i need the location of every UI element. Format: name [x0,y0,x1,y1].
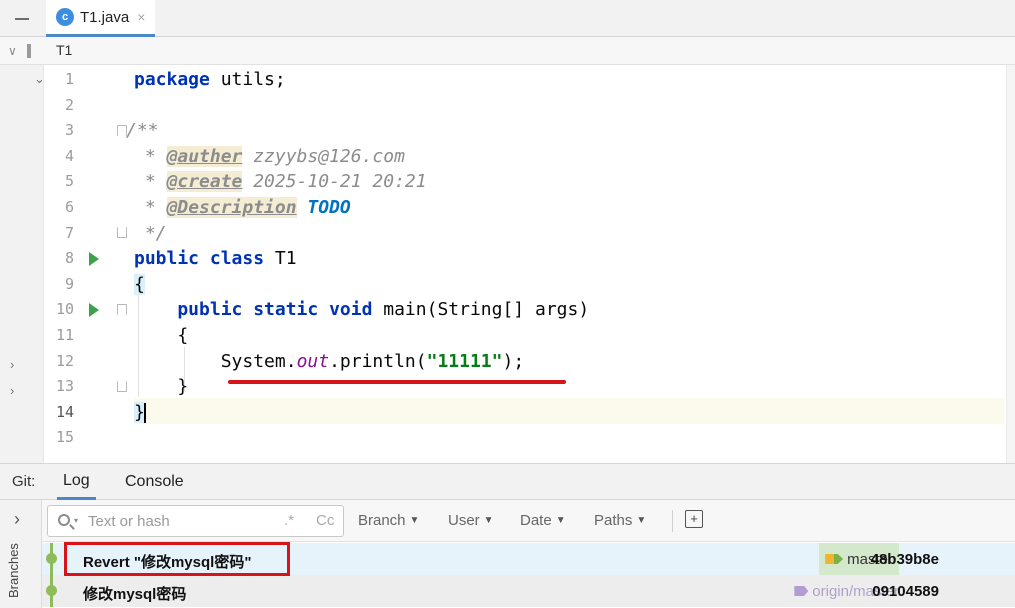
chevron-right-icon[interactable]: › [10,383,14,398]
run-class-icon[interactable] [89,252,99,266]
graph-node-icon [46,553,57,564]
commit-hash: 09104589 [872,583,939,600]
code-line-5: * @create 2025-10-21 20:21 [134,171,427,193]
commit-row[interactable]: 修改mysql密码 origin/master 09104589 [42,575,1015,607]
code-line-10: public static void main(String[] args) [134,299,590,321]
breadcrumb: ∨ T1 [0,37,1015,65]
code-line-8: public class T1 [134,248,297,270]
project-tree-strip: ⌄ › › [0,65,45,463]
log-search-input[interactable] [88,506,268,536]
line-number: 5 [64,172,74,191]
file-tab-label: T1.java [80,8,130,26]
panel-bar-icon [26,44,31,58]
regex-icon[interactable]: .* [284,512,294,529]
fold-icon[interactable] [117,381,127,392]
branch-tag-icon [794,586,809,596]
line-number: 10 [55,300,74,319]
code-line-11: { [134,325,189,346]
chevron-down-icon: ▾ [74,516,79,525]
tab-console[interactable]: Console [119,464,190,500]
user-filter[interactable]: User ▼ [448,512,494,529]
git-side-strip: › Branches [0,500,42,608]
date-filter[interactable]: Date ▼ [520,512,566,529]
commit-message: 修改mysql密码 [83,586,187,603]
line-number: 9 [64,274,74,293]
paths-filter[interactable]: Paths ▼ [594,512,646,529]
line-number: 13 [55,377,74,396]
minus-icon [15,17,29,20]
line-number: 15 [55,428,74,447]
java-class-icon: c [56,8,74,26]
code-line-1: package utils; [134,69,286,90]
search-icon [58,514,70,526]
line-number: 8 [64,249,74,268]
line-number: 7 [64,223,74,242]
code-editor[interactable]: ⌄ › › 1 2 3 4 5 6 7 8 9 10 11 12 13 14 1… [0,65,1015,463]
line-number: 6 [64,198,74,216]
fold-icon[interactable] [117,304,127,315]
code-line-9: { [134,273,145,295]
line-number: 1 [64,70,74,88]
project-strip-top: ∨ [0,37,44,65]
chevron-right-icon[interactable]: › [10,357,14,372]
run-main-icon[interactable] [89,303,99,317]
code-line-14: } [134,401,146,423]
tab-log[interactable]: Log [57,464,96,500]
code-line-7: */ [134,222,167,244]
branch-tag-icon [825,554,844,564]
log-toolbar: ▾ .* Cc Branch▼ User▼ Date▼ Paths▼ + [42,500,1015,542]
annotation-box [64,542,290,576]
chevron-right-icon[interactable]: › [14,509,20,530]
branches-toggle[interactable]: Branches [6,543,21,598]
editor-tab-bar: c T1.java × [0,0,1015,37]
git-title: Git: [12,473,36,490]
graph-node-icon [46,585,57,596]
line-number: 3 [64,121,74,140]
toolbar-divider [672,510,673,532]
chevron-down-icon[interactable]: ∨ [8,44,17,58]
open-new-log-tab-icon[interactable]: + [685,510,703,528]
code-line-4: * @auther zzyybs@126.com [134,145,405,167]
code-text-area[interactable]: package utils; /** * @auther zzyybs@126.… [126,65,1004,463]
git-tool-window-header: Git: Log Console [0,463,1015,500]
log-search-box[interactable]: ▾ .* Cc [47,505,344,537]
annotation-underline [228,380,566,384]
branch-filter[interactable]: Branch ▼ [358,512,419,529]
commit-hash: 48b39b8e [870,551,939,568]
close-icon[interactable]: × [137,9,145,25]
vertical-scrollbar[interactable] [1006,65,1015,463]
file-tab[interactable]: c T1.java × [46,0,156,37]
line-number: 12 [55,351,74,370]
code-line-3: /** [126,120,159,142]
line-gutter: 1 2 3 4 5 6 7 8 9 10 11 12 13 14 15 [44,65,134,463]
hide-panel-button[interactable] [0,0,44,37]
line-number: 11 [55,326,74,344]
code-line-13: } [134,376,189,398]
line-number: 14 [55,402,74,421]
text-caret [143,402,146,423]
line-number: 2 [64,95,74,114]
match-case-icon[interactable]: Cc [316,512,334,529]
breadcrumb-item[interactable]: T1 [56,42,72,58]
code-line-6: * @Description TODO [134,197,351,218]
code-line-12: System.out.println("11111"); [134,350,525,372]
fold-icon[interactable] [117,227,127,238]
line-number: 4 [64,146,74,165]
